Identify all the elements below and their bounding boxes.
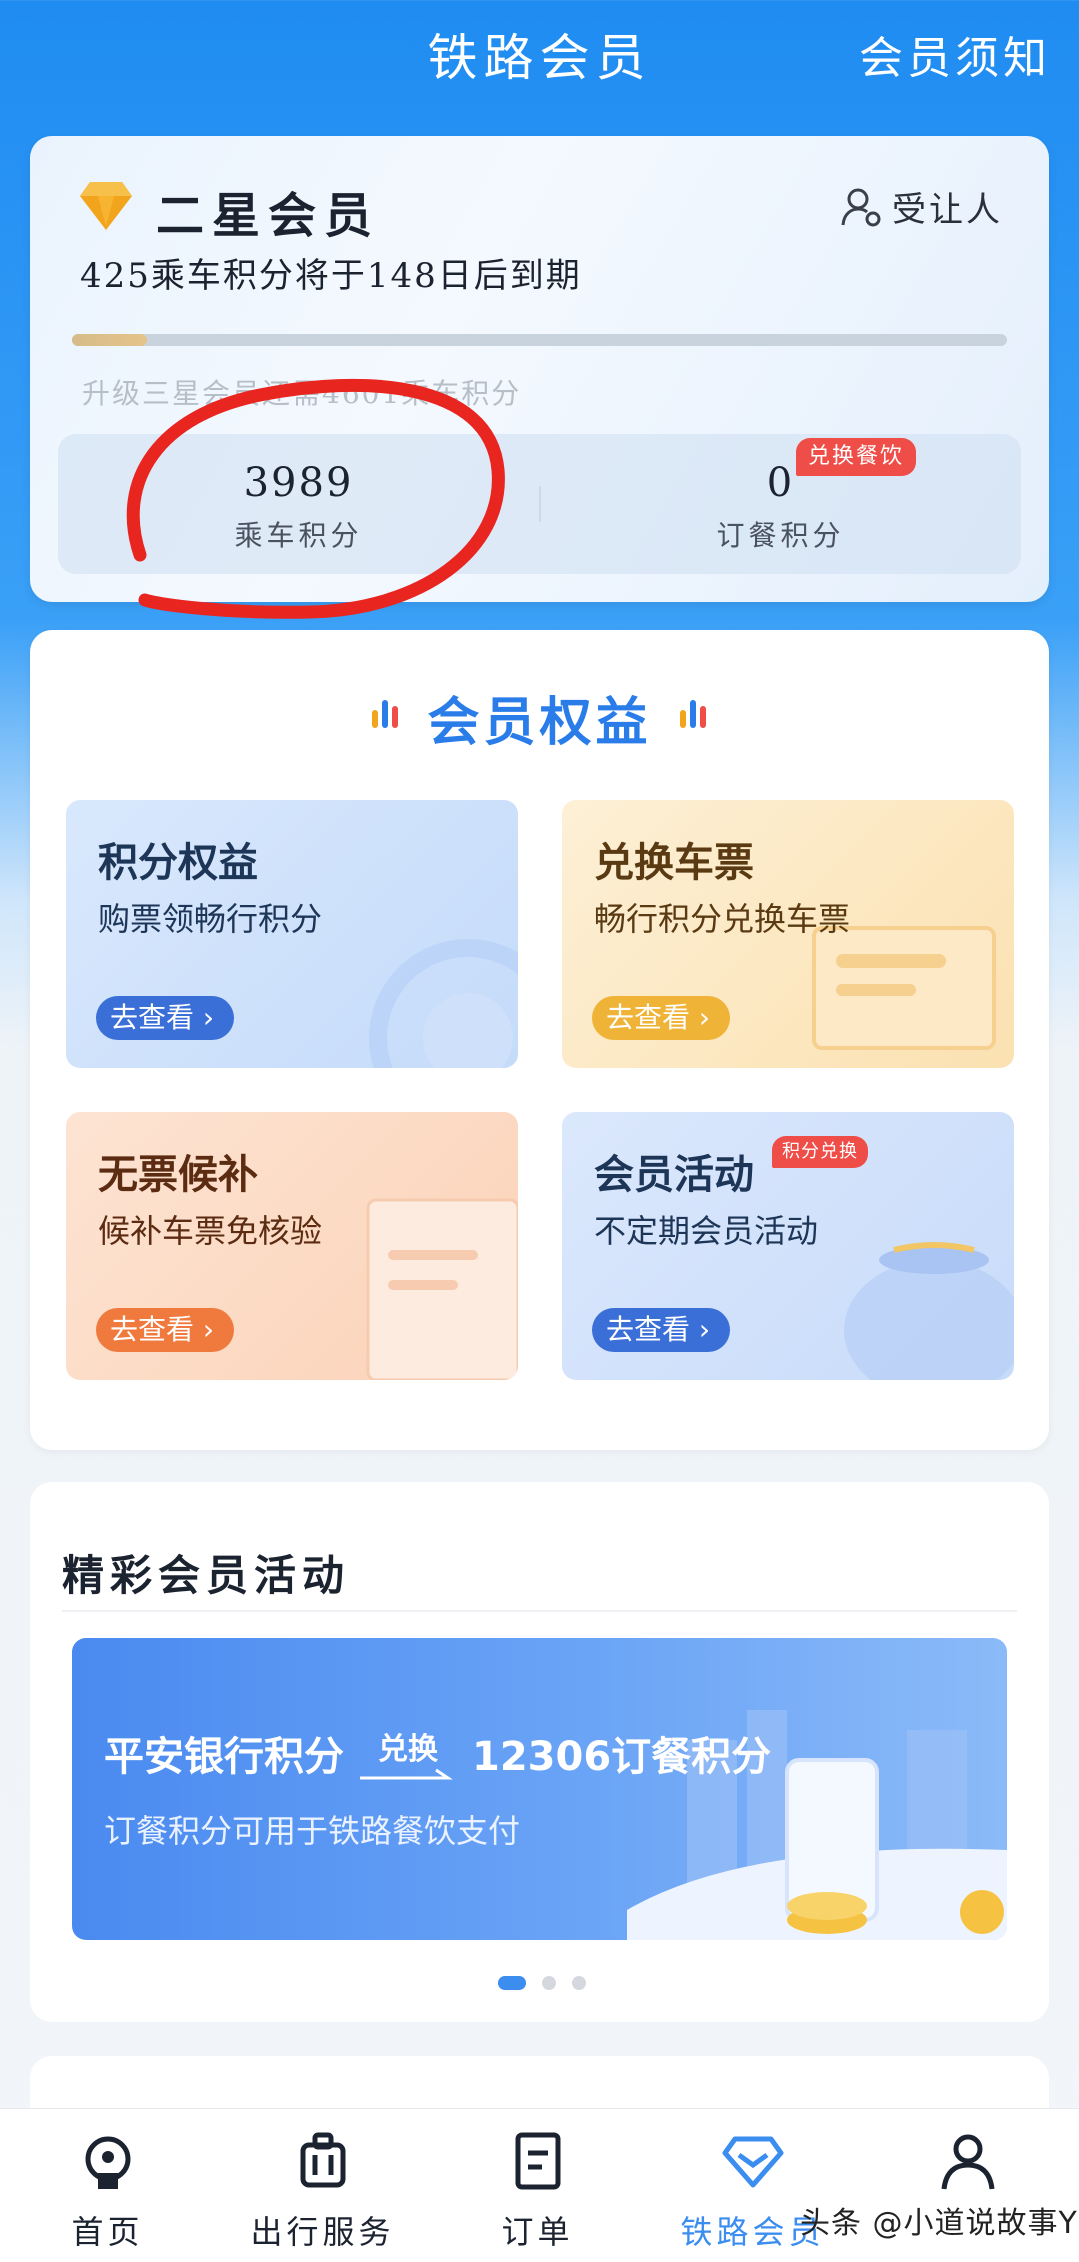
tile-title: 无票候补	[98, 1152, 258, 1198]
meal-points-value: 0	[766, 460, 795, 506]
points-expiry-text: 425乘车积分将于148日后到期	[80, 256, 582, 296]
upgrade-hint: 升级三星会员还需4601乘车积分	[82, 377, 522, 410]
top-bar: 铁路会员 会员须知	[0, 0, 1079, 120]
train-logo-decoration	[369, 939, 518, 1068]
activities-title: 精彩会员活动	[62, 1551, 351, 1600]
view-button-label: 去查看	[606, 1001, 691, 1034]
meal-points[interactable]: 0 订餐积分	[540, 434, 1021, 574]
document-decoration	[366, 1198, 518, 1380]
person-icon	[941, 2134, 994, 2190]
meal-points-label: 订餐积分	[716, 519, 845, 552]
activity-banner[interactable]: 平安银行积分 兑换 12306订餐积分 订餐积分可用于铁路餐饮支付	[72, 1638, 1007, 1940]
banner-headline: 平安银行积分 兑换 12306订餐积分	[104, 1724, 771, 1782]
member-card: 二星会员 受让人 425乘车积分将于148日后到期 升级三星会员还需4601乘车…	[30, 136, 1049, 602]
divider	[62, 1610, 1017, 1612]
carousel-dots	[490, 1976, 594, 1990]
tile-subtitle: 购票领畅行积分	[98, 900, 323, 938]
banner-source: 平安银行积分	[104, 1734, 344, 1780]
nav-label: 首页	[71, 2213, 144, 2251]
exchange-meal-badge[interactable]: 兑换餐饮	[796, 438, 917, 476]
nav-travel-services[interactable]: 出行服务	[215, 2109, 430, 2262]
person-gear-icon	[841, 188, 881, 226]
tile-exchange-ticket[interactable]: 兑换车票 畅行积分兑换车票 去查看 ›	[562, 800, 1014, 1068]
carousel-dot[interactable]	[572, 1976, 586, 1990]
nav-home[interactable]: 首页	[0, 2109, 215, 2262]
view-button-label: 去查看	[110, 1001, 195, 1034]
upgrade-progress-fill	[72, 334, 147, 346]
banner-subtitle: 订餐积分可用于铁路餐饮支付	[104, 1812, 521, 1850]
activities-panel: 精彩会员活动 平安银行积分 兑换 12306订餐积分 订餐积分可用于铁路餐饮支付	[30, 1482, 1049, 2022]
luggage-icon	[300, 2132, 345, 2188]
view-button[interactable]: 去查看 ›	[96, 1308, 235, 1352]
tile-title: 会员活动	[594, 1152, 754, 1198]
ride-points-value: 3989	[243, 460, 354, 506]
railway-logo-icon	[85, 2136, 130, 2189]
upgrade-progress-bar	[72, 334, 1007, 346]
member-notice-link[interactable]: 会员须知	[859, 22, 1051, 86]
tile-title: 积分权益	[98, 840, 258, 886]
diamond-icon	[722, 2136, 783, 2188]
carousel-dot[interactable]	[542, 1976, 556, 1990]
ride-points[interactable]: 3989 乘车积分	[58, 434, 539, 574]
transferee-button[interactable]: 受让人	[840, 182, 1003, 231]
view-button-label: 去查看	[606, 1313, 691, 1346]
view-button[interactable]: 去查看 ›	[96, 996, 235, 1040]
banner-target: 12306订餐积分	[472, 1734, 772, 1780]
banner-action: 兑换	[378, 1732, 438, 1767]
train-phone-decoration	[627, 1710, 1007, 1940]
tile-title: 兑换车票	[594, 840, 754, 886]
tile-points-benefits[interactable]: 积分权益 购票领畅行积分 去查看 ›	[66, 800, 518, 1068]
view-button[interactable]: 去查看 ›	[592, 996, 731, 1040]
gift-bag-decoration	[844, 1242, 1014, 1380]
member-level: 二星会员	[156, 188, 381, 244]
watermark-text: 头条 @小道说故事Y	[800, 2206, 1078, 2241]
diamond-icon	[80, 182, 132, 230]
view-button-label: 去查看	[110, 1313, 195, 1346]
ride-points-label: 乘车积分	[234, 519, 363, 552]
transferee-label: 受让人	[892, 190, 1003, 230]
tile-waitlist[interactable]: 无票候补 候补车票免核验 去查看 ›	[66, 1112, 518, 1380]
tile-subtitle: 不定期会员活动	[594, 1212, 819, 1250]
nav-label: 订单	[501, 2213, 574, 2251]
tile-subtitle: 候补车票免核验	[98, 1212, 323, 1250]
view-button[interactable]: 去查看 ›	[592, 1308, 731, 1352]
exchange-arrow: 兑换	[358, 1724, 458, 1782]
points-exchange-badge: 积分兑换	[772, 1136, 868, 1168]
carousel-dot[interactable]	[498, 1976, 526, 1990]
nav-orders[interactable]: 订单	[430, 2109, 645, 2262]
nav-label: 出行服务	[250, 2213, 395, 2251]
order-icon	[515, 2132, 560, 2190]
benefits-title: 会员权益	[427, 693, 652, 753]
bars-icon	[680, 700, 706, 728]
tile-subtitle: 畅行积分兑换车票	[594, 900, 851, 938]
arrow-right-icon	[360, 1768, 453, 1780]
